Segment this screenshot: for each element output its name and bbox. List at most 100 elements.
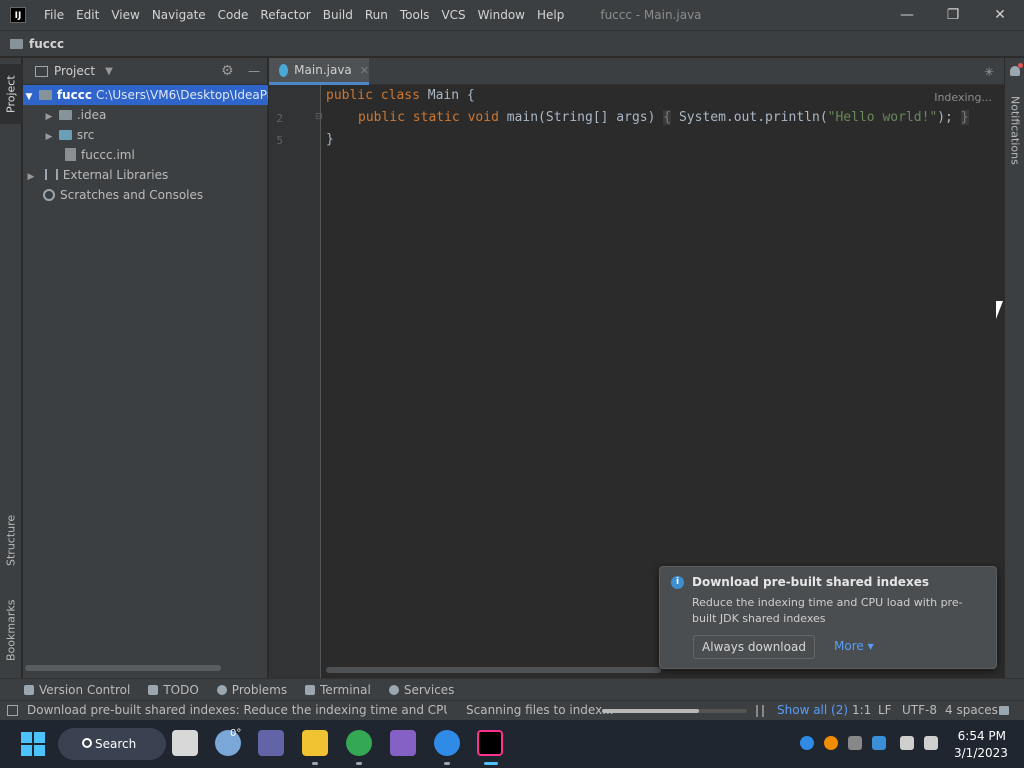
menu-help[interactable]: Help xyxy=(531,0,570,30)
status-message[interactable]: Download pre-built shared indexes: Reduc… xyxy=(27,703,447,717)
horizontal-scrollbar[interactable] xyxy=(326,667,661,673)
menu-tools[interactable]: Tools xyxy=(394,0,436,30)
chevron-down-icon[interactable]: ▼ xyxy=(105,66,113,77)
tree-item-external-libraries[interactable]: ▶ External Libraries xyxy=(23,165,268,185)
lock-icon[interactable] xyxy=(999,706,1009,715)
menu-code[interactable]: Code xyxy=(212,0,255,30)
cloud-offline-icon[interactable] xyxy=(848,736,862,750)
intellij-logo-icon[interactable]: IJ xyxy=(10,7,26,23)
qbittorrent-tray-icon[interactable] xyxy=(800,736,814,750)
terminal-icon xyxy=(305,684,316,695)
info-icon: i xyxy=(671,576,684,589)
structure-tool-tab[interactable]: Structure xyxy=(0,506,22,574)
menu-run[interactable]: Run xyxy=(359,0,394,30)
left-tool-stripe: Project Structure Bookmarks xyxy=(0,58,22,678)
tree-item-iml[interactable]: fuccc.iml xyxy=(23,145,268,165)
problems-icon xyxy=(216,684,227,695)
clock-time[interactable]: 6:54 PM xyxy=(954,729,1006,743)
menu-window[interactable]: Window xyxy=(472,0,531,30)
network-icon[interactable] xyxy=(900,736,914,750)
windows-start-icon[interactable] xyxy=(21,732,45,756)
volume-icon[interactable] xyxy=(924,736,938,750)
menu-file[interactable]: File xyxy=(38,0,70,30)
status-bar: Download pre-built shared indexes: Reduc… xyxy=(0,700,1024,720)
line-number: 5 xyxy=(276,134,283,147)
project-panel-title[interactable]: Project xyxy=(54,64,95,78)
library-icon xyxy=(44,169,58,180)
notifications-tool-tab[interactable]: Notifications xyxy=(1005,80,1024,180)
todo-button[interactable]: TODO xyxy=(148,683,199,697)
tree-item-project-root[interactable]: ▼ fucccC:\Users\VM6\Desktop\IdeaProjects… xyxy=(23,85,268,105)
tree-item-scratches[interactable]: Scratches and Consoles xyxy=(23,185,268,205)
services-button[interactable]: Services xyxy=(388,683,454,697)
menu-refactor[interactable]: Refactor xyxy=(254,0,316,30)
search-icon xyxy=(82,738,92,748)
java-class-icon xyxy=(279,63,289,77)
folded-brace[interactable]: } xyxy=(960,110,969,125)
close-icon[interactable]: ✕ xyxy=(360,64,369,77)
more-dropdown-link[interactable]: More ▾ xyxy=(834,639,874,653)
chrome-icon[interactable] xyxy=(346,730,372,756)
tree-item-src[interactable]: ▶ src xyxy=(23,125,268,145)
terminal-button[interactable]: Terminal xyxy=(305,683,371,697)
caret-position[interactable]: 1:1 xyxy=(852,703,871,717)
project-window-icon xyxy=(35,65,48,77)
bookmarks-tool-tab[interactable]: Bookmarks xyxy=(0,590,22,670)
background-task-label: Scanning files to index... xyxy=(466,703,614,717)
code-line-1: public class Main { xyxy=(326,88,475,103)
tree-item-label: fuccc xyxy=(56,88,92,102)
teams-chat-icon[interactable] xyxy=(258,730,284,756)
indent-setting[interactable]: 4 spaces xyxy=(945,703,998,717)
indexing-status: Indexing... xyxy=(934,91,992,104)
qbittorrent-icon[interactable] xyxy=(434,730,460,756)
clock-date[interactable]: 3/1/2023 xyxy=(954,746,1008,760)
chevron-right-icon[interactable]: ▶ xyxy=(43,127,55,147)
folder-icon xyxy=(38,90,52,100)
show-all-tasks-link[interactable]: Show all (2) xyxy=(777,703,848,717)
project-tool-tab[interactable]: Project xyxy=(0,64,22,124)
close-button[interactable]: ✕ xyxy=(977,0,1023,30)
project-tree: ▼ fucccC:\Users\VM6\Desktop\IdeaProjects… xyxy=(23,85,268,675)
scratches-icon xyxy=(43,189,55,201)
breadcrumb-project[interactable]: fuccc xyxy=(29,37,64,51)
chevron-down-icon[interactable]: ▼ xyxy=(23,87,35,107)
gear-icon[interactable]: ⚙ xyxy=(221,63,234,79)
version-control-button[interactable]: Version Control xyxy=(24,683,130,697)
visual-studio-icon[interactable] xyxy=(390,730,416,756)
menu-navigate[interactable]: Navigate xyxy=(146,0,212,30)
menu-edit[interactable]: Edit xyxy=(70,0,105,30)
minimize-button[interactable]: — xyxy=(884,0,930,30)
progress-bar[interactable] xyxy=(602,709,747,713)
tree-item-label: .idea xyxy=(76,108,107,122)
task-view-icon[interactable] xyxy=(172,730,198,756)
branch-icon xyxy=(24,684,34,695)
hide-panel-icon[interactable]: — xyxy=(248,64,260,78)
module-file-icon xyxy=(65,148,76,161)
spinner-icon: ✳ xyxy=(983,65,994,79)
folded-brace[interactable]: { xyxy=(663,110,672,125)
menu-view[interactable]: View xyxy=(105,0,145,30)
always-download-button[interactable]: Always download xyxy=(693,635,815,659)
maximize-button[interactable]: ❐ xyxy=(930,0,976,30)
mouse-cursor xyxy=(996,301,1003,319)
menu-build[interactable]: Build xyxy=(317,0,359,30)
pause-icon[interactable] xyxy=(756,705,764,717)
horizontal-scrollbar[interactable] xyxy=(25,665,221,671)
search-tray-icon[interactable] xyxy=(824,736,838,750)
problems-button[interactable]: Problems xyxy=(216,683,287,697)
editor-gutter: 2 ⊟ 5 xyxy=(269,85,323,678)
file-encoding[interactable]: UTF-8 xyxy=(902,703,937,717)
notification-body: Reduce the indexing time and CPU load wi… xyxy=(692,596,963,625)
taskbar-search-button[interactable]: Search xyxy=(58,728,166,760)
chevron-right-icon[interactable]: ▶ xyxy=(25,167,37,187)
intellij-taskbar-icon[interactable] xyxy=(477,730,503,756)
security-shield-icon[interactable] xyxy=(872,736,886,750)
toggle-tool-windows-icon[interactable] xyxy=(7,705,18,716)
tab-main-java[interactable]: Main.java ✕ xyxy=(269,58,369,85)
bell-icon[interactable] xyxy=(1010,63,1023,76)
line-separator[interactable]: LF xyxy=(878,703,892,717)
chevron-right-icon[interactable]: ▶ xyxy=(43,107,55,127)
file-explorer-icon[interactable] xyxy=(302,730,328,756)
tree-item-idea[interactable]: ▶ .idea xyxy=(23,105,268,125)
menu-vcs[interactable]: VCS xyxy=(435,0,471,30)
